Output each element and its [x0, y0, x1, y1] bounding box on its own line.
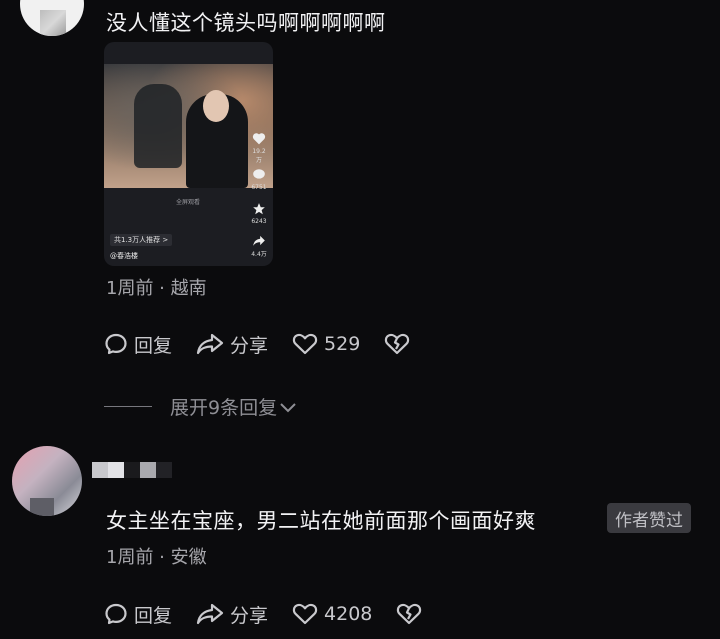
avatar[interactable]	[20, 0, 84, 36]
like-count: 4208	[324, 603, 373, 625]
thumb-share-count: 4.4万	[251, 251, 267, 258]
share-icon	[196, 603, 224, 625]
reply-icon	[105, 603, 127, 625]
thumb-star-count: 6243	[251, 218, 267, 225]
reply-button[interactable]: 回复	[104, 331, 172, 358]
thumb-tag: 共1.3万人推荐 >	[110, 234, 173, 246]
heart-icon	[292, 603, 318, 625]
share-label: 分享	[230, 604, 269, 627]
broken-heart-icon	[385, 333, 410, 355]
chevron-down-icon	[280, 402, 296, 412]
comment-actions: 回复 分享 529	[104, 330, 440, 358]
heart-icon	[292, 333, 318, 355]
comment-actions: 回复 分享 4208	[104, 600, 452, 628]
share-label: 分享	[230, 334, 269, 357]
heart-icon	[251, 132, 267, 148]
dislike-button[interactable]	[396, 602, 428, 626]
like-count: 529	[324, 333, 361, 355]
author-liked-badge: 作者赞过	[607, 503, 691, 533]
thumb-like-count: 19.2万	[252, 148, 266, 164]
share-button[interactable]: 分享	[196, 601, 268, 628]
comment-text: 没人懂这个镜头吗啊啊啊啊啊	[106, 11, 386, 35]
comment-meta: 1周前 · 安徽	[106, 547, 207, 568]
comment-meta: 1周前 · 越南	[106, 278, 207, 299]
thumbnail-scene	[104, 64, 273, 188]
like-button[interactable]: 529	[292, 332, 360, 356]
share-icon	[196, 333, 224, 355]
divider	[104, 406, 152, 407]
share-button[interactable]: 分享	[196, 331, 268, 358]
comment-icon	[251, 168, 267, 184]
thumb-comment-count: 6751	[251, 184, 267, 191]
thumb-center-caption: 全屏观看	[176, 199, 201, 206]
share-icon	[251, 234, 267, 250]
like-button[interactable]: 4208	[292, 602, 372, 626]
reply-label: 回复	[134, 334, 173, 357]
comment-text: 女主坐在宝座，男二站在她前面那个画面好爽	[106, 509, 536, 533]
reply-label: 回复	[134, 604, 173, 627]
video-thumbnail[interactable]: 19.2万 6751 全屏观看 6243 4.4万 共1.3万人推荐 > @春浩…	[104, 42, 273, 266]
expand-label: 展开9条回复	[170, 397, 278, 419]
star-icon	[251, 202, 267, 219]
dislike-button[interactable]	[384, 332, 416, 356]
avatar[interactable]	[12, 446, 82, 516]
expand-replies-button[interactable]: 展开9条回复	[104, 393, 297, 420]
reply-icon	[105, 333, 127, 355]
broken-heart-icon	[397, 603, 422, 625]
username-redacted[interactable]	[92, 462, 172, 478]
reply-button[interactable]: 回复	[104, 601, 172, 628]
thumb-author: @春浩楼	[110, 252, 138, 260]
